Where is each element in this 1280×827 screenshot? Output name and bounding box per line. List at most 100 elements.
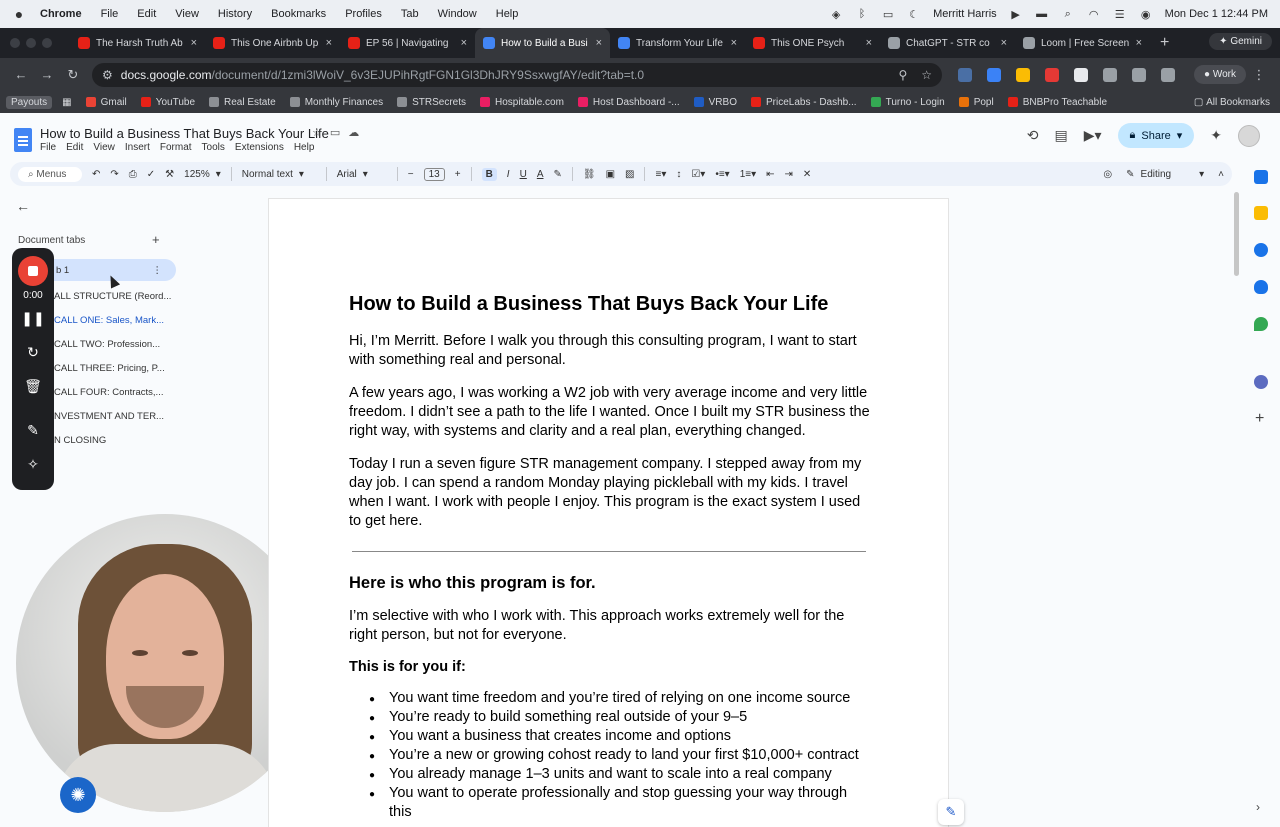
split-view-icon[interactable] [1132, 67, 1146, 82]
redo-icon[interactable]: ↷ [110, 169, 118, 180]
bookmark-item[interactable]: Gmail [85, 97, 127, 108]
all-bookmarks[interactable]: ▢ All Bookmarks [1194, 97, 1270, 108]
battery-icon[interactable]: ▬ [1035, 7, 1049, 21]
browser-tab[interactable]: The Harsh Truth Ab × [70, 28, 205, 58]
doc-tab-item[interactable]: CALL FOUR: Contracts,... [54, 381, 176, 403]
increase-indent-icon[interactable]: ⇥ [785, 169, 793, 180]
link-icon[interactable]: ⛓ [583, 169, 596, 180]
doc-tab-item[interactable]: NVESTMENT AND TER... [54, 405, 176, 427]
avatar[interactable] [1238, 124, 1260, 147]
star-icon[interactable]: ☆ [312, 126, 322, 139]
docs-menu-tools[interactable]: Tools [202, 142, 225, 153]
browser-tab[interactable]: Transform Your Life × [610, 28, 745, 58]
extension-icon[interactable] [1074, 67, 1088, 82]
restart-icon[interactable]: ↻ [12, 344, 54, 361]
bookmark-item[interactable]: Turno - Login [870, 97, 945, 108]
docs-menu-extensions[interactable]: Extensions [235, 142, 284, 153]
extension-icon[interactable] [987, 67, 1001, 82]
menu-tab[interactable]: Tab [401, 8, 419, 20]
spellcheck-icon[interactable]: ✓ [147, 169, 155, 180]
bookmark-item[interactable]: BNBPro Teachable [1007, 97, 1107, 108]
decrease-font-icon[interactable]: − [408, 169, 414, 180]
menu-window[interactable]: Window [438, 8, 477, 20]
browser-tab[interactable]: This One Airbnb Up × [205, 28, 340, 58]
siri-icon[interactable]: ◉ [1139, 7, 1153, 21]
new-tab-button[interactable]: + [1160, 34, 1169, 52]
forward-button[interactable]: → [34, 67, 60, 82]
puzzle-icon[interactable] [1103, 67, 1117, 82]
zoom-select[interactable]: 125% ▾ [184, 169, 221, 180]
version-history-icon[interactable]: ⟲ [1027, 127, 1039, 144]
doc-tab-item[interactable]: CALL THREE: Pricing, P... [54, 357, 176, 379]
bookmark-item[interactable]: Monthly Finances [289, 97, 383, 108]
bluetooth-icon[interactable]: ᛒ [855, 7, 869, 21]
control-center-icon[interactable]: ☰ [1113, 7, 1127, 21]
doc-tab-item[interactable]: CALL ONE: Sales, Mark... [54, 309, 176, 331]
user-name[interactable]: Merritt Harris [933, 8, 997, 20]
gemini-assist-icon[interactable]: ◎ [1103, 169, 1112, 180]
site-info-icon[interactable]: ⚙ [102, 68, 113, 82]
maps-icon[interactable] [1254, 317, 1268, 331]
profile-button[interactable]: ● Work [1194, 65, 1246, 84]
increase-font-icon[interactable]: + [455, 169, 461, 180]
share-button[interactable]: 🔒︎ Share ▾ [1117, 123, 1195, 148]
bold-button[interactable]: B [481, 167, 497, 181]
doc-tab-item[interactable]: CALL TWO: Profession... [54, 333, 176, 355]
italic-button[interactable]: I [507, 169, 510, 180]
close-tab-icon[interactable]: × [326, 37, 332, 49]
document-page[interactable]: How to Build a Business That Buys Back Y… [268, 198, 949, 827]
doc-tab-item[interactable]: N CLOSING [54, 429, 176, 451]
loom-menu-icon[interactable]: ✺ [60, 777, 96, 813]
apple-logo-icon[interactable]: ● [12, 6, 26, 22]
menu-edit[interactable]: Edit [137, 8, 156, 20]
bookmark-star-icon[interactable]: ☆ [921, 68, 932, 82]
keep-icon[interactable] [1254, 206, 1268, 220]
docs-menu-insert[interactable]: Insert [125, 142, 150, 153]
comment-icon[interactable]: ▣ [606, 169, 615, 180]
close-tab-icon[interactable]: × [191, 37, 197, 49]
bulleted-list-icon[interactable]: •≡▾ [715, 169, 729, 180]
undo-icon[interactable]: ↶ [92, 169, 100, 180]
close-tab-icon[interactable]: × [1136, 37, 1142, 49]
effects-icon[interactable]: ✧ [12, 456, 54, 473]
contacts-icon[interactable] [1254, 280, 1268, 294]
close-tab-icon[interactable]: × [461, 37, 467, 49]
add-tab-icon[interactable]: + [152, 232, 160, 247]
stop-recording-button[interactable] [18, 256, 48, 286]
draw-icon[interactable]: ✎ [12, 422, 54, 439]
back-button[interactable]: ← [8, 67, 34, 82]
collapse-panel-icon[interactable]: › [1256, 800, 1260, 814]
meet-icon[interactable]: ▶▾ [1084, 127, 1102, 144]
menu-view[interactable]: View [175, 8, 199, 20]
bookmark-item[interactable]: VRBO [693, 97, 737, 108]
close-tab-icon[interactable]: × [731, 37, 737, 49]
close-tab-icon[interactable]: × [866, 37, 872, 49]
zoom-window-button[interactable] [42, 38, 52, 48]
wifi-icon[interactable]: ◠ [1087, 7, 1101, 21]
close-tab-icon[interactable]: × [596, 37, 602, 49]
comments-icon[interactable]: ▤ [1054, 127, 1067, 144]
browser-tab[interactable]: EP 56 | Navigating × [340, 28, 475, 58]
clear-formatting-icon[interactable]: ✕ [803, 169, 811, 180]
bookmark-item[interactable]: Popl [958, 97, 994, 108]
bookmark-item[interactable]: PriceLabs - Dashb... [750, 97, 857, 108]
docs-menu-help[interactable]: Help [294, 142, 315, 153]
font-size-input[interactable]: 13 [423, 167, 445, 181]
align-icon[interactable]: ≡▾ [655, 169, 666, 180]
menu-search-input[interactable]: ⌕ Menus [18, 166, 82, 182]
more-options-icon[interactable]: ⋮ [153, 265, 163, 276]
addon-icon[interactable] [1254, 375, 1268, 389]
menu-file[interactable]: File [101, 8, 119, 20]
menu-profiles[interactable]: Profiles [345, 8, 382, 20]
play-icon[interactable]: ▶ [1009, 7, 1023, 21]
numbered-list-icon[interactable]: 1≡▾ [740, 169, 756, 180]
collapse-menus-icon[interactable]: ˄ [1218, 169, 1224, 180]
docs-menu-view[interactable]: View [93, 142, 115, 153]
font-select[interactable]: Arial ▾ [337, 169, 387, 180]
move-folder-icon[interactable]: ▭ [330, 126, 340, 139]
chevron-down-icon[interactable]: ▾ [1177, 129, 1183, 142]
browser-tab[interactable]: This ONE Psych × [745, 28, 880, 58]
document-title[interactable]: How to Build a Business That Buys Back Y… [40, 126, 329, 141]
close-tab-icon[interactable]: × [1001, 37, 1007, 49]
bookmark-item[interactable]: Host Dashboard -... [577, 97, 680, 108]
